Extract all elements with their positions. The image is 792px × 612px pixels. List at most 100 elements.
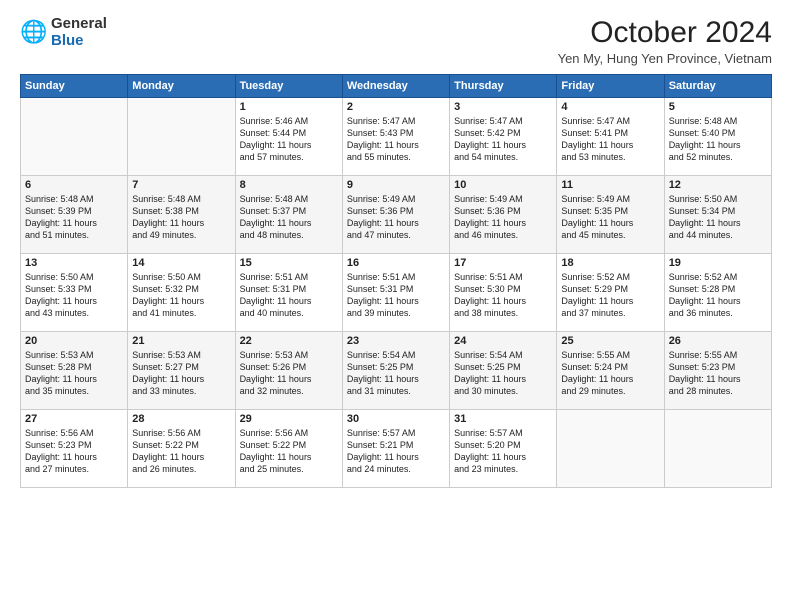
svg-text:🌐: 🌐 bbox=[20, 19, 47, 44]
day-number: 27 bbox=[25, 413, 123, 425]
day-number: 12 bbox=[669, 179, 767, 191]
day-cell: 3 Sunrise: 5:47 AM Sunset: 5:42 PM Daylig… bbox=[450, 98, 557, 176]
day-cell bbox=[21, 98, 128, 176]
day-cell: 8Sunrise: 5:48 AM Sunset: 5:37 PM Daylig… bbox=[235, 176, 342, 254]
day-info: Sunrise: 5:53 AM Sunset: 5:26 PM Dayligh… bbox=[240, 349, 338, 398]
day-number: 2 bbox=[347, 101, 445, 113]
day-number: 26 bbox=[669, 335, 767, 347]
day-cell: 17 Sunrise: 5:51 AM Sunset: 5:30 PM Dayli… bbox=[450, 254, 557, 332]
day-info: Sunrise: 5:55 AM Sunset: 5:24 PM Dayligh… bbox=[561, 349, 659, 398]
day-number: 9 bbox=[347, 179, 445, 191]
day-cell: 24 Sunrise: 5:54 AM Sunset: 5:25 PM Dayli… bbox=[450, 332, 557, 410]
day-info: Sunrise: 5:56 AM Sunset: 5:22 PM Dayligh… bbox=[240, 427, 338, 476]
day-number: 18 bbox=[561, 257, 659, 269]
day-info: Sunrise: 5:56 AM Sunset: 5:22 PM Dayligh… bbox=[132, 427, 230, 476]
day-cell: 22 Sunrise: 5:53 AM Sunset: 5:26 PM Dayli… bbox=[235, 332, 342, 410]
day-cell: 25 Sunrise: 5:55 AM Sunset: 5:24 PM Dayli… bbox=[557, 332, 664, 410]
day-info: Sunrise: 5:48 AM Sunset: 5:39 PM Dayligh… bbox=[25, 193, 123, 242]
day-number: 30 bbox=[347, 413, 445, 425]
day-info: Sunrise: 5:49 AM Sunset: 5:36 PM Dayligh… bbox=[347, 193, 445, 242]
day-cell: 5 Sunrise: 5:48 AM Sunset: 5:40 PM Daylig… bbox=[664, 98, 771, 176]
day-cell: 6 Sunrise: 5:48 AM Sunset: 5:39 PM Daylig… bbox=[21, 176, 128, 254]
day-info: Sunrise: 5:52 AM Sunset: 5:29 PM Dayligh… bbox=[561, 271, 659, 320]
logo-text: General Blue bbox=[51, 16, 107, 49]
week-row-4: 20 Sunrise: 5:53 AM Sunset: 5:28 PM Dayli… bbox=[21, 332, 772, 410]
day-info: Sunrise: 5:53 AM Sunset: 5:28 PM Dayligh… bbox=[25, 349, 123, 398]
week-row-5: 27Sunrise: 5:56 AM Sunset: 5:23 PM Dayli… bbox=[21, 410, 772, 488]
day-number: 23 bbox=[347, 335, 445, 347]
day-number: 6 bbox=[25, 179, 123, 191]
logo-blue: Blue bbox=[51, 33, 107, 50]
day-cell: 15 Sunrise: 5:51 AM Sunset: 5:31 PM Dayli… bbox=[235, 254, 342, 332]
day-cell: 9 Sunrise: 5:49 AM Sunset: 5:36 PM Daylig… bbox=[342, 176, 449, 254]
day-info: Sunrise: 5:47 AM Sunset: 5:42 PM Dayligh… bbox=[454, 115, 552, 164]
day-cell: 27Sunrise: 5:56 AM Sunset: 5:23 PM Dayli… bbox=[21, 410, 128, 488]
col-header-friday: Friday bbox=[557, 75, 664, 98]
day-number: 5 bbox=[669, 101, 767, 113]
day-cell: 26 Sunrise: 5:55 AM Sunset: 5:23 PM Dayli… bbox=[664, 332, 771, 410]
day-cell: 13Sunrise: 5:50 AM Sunset: 5:33 PM Dayli… bbox=[21, 254, 128, 332]
day-info: Sunrise: 5:57 AM Sunset: 5:21 PM Dayligh… bbox=[347, 427, 445, 476]
col-header-sunday: Sunday bbox=[21, 75, 128, 98]
day-info: Sunrise: 5:55 AM Sunset: 5:23 PM Dayligh… bbox=[669, 349, 767, 398]
calendar-table: SundayMondayTuesdayWednesdayThursdayFrid… bbox=[20, 74, 772, 488]
day-cell: 12Sunrise: 5:50 AM Sunset: 5:34 PM Dayli… bbox=[664, 176, 771, 254]
day-info: Sunrise: 5:50 AM Sunset: 5:33 PM Dayligh… bbox=[25, 271, 123, 320]
day-cell: 19Sunrise: 5:52 AM Sunset: 5:28 PM Dayli… bbox=[664, 254, 771, 332]
day-number: 20 bbox=[25, 335, 123, 347]
day-cell: 10Sunrise: 5:49 AM Sunset: 5:36 PM Dayli… bbox=[450, 176, 557, 254]
day-number: 28 bbox=[132, 413, 230, 425]
day-info: Sunrise: 5:46 AM Sunset: 5:44 PM Dayligh… bbox=[240, 115, 338, 164]
day-info: Sunrise: 5:49 AM Sunset: 5:35 PM Dayligh… bbox=[561, 193, 659, 242]
day-cell: 28 Sunrise: 5:56 AM Sunset: 5:22 PM Dayli… bbox=[128, 410, 235, 488]
day-number: 14 bbox=[132, 257, 230, 269]
day-info: Sunrise: 5:48 AM Sunset: 5:40 PM Dayligh… bbox=[669, 115, 767, 164]
logo: 🌐 General Blue bbox=[20, 16, 107, 49]
day-number: 31 bbox=[454, 413, 552, 425]
col-header-saturday: Saturday bbox=[664, 75, 771, 98]
day-number: 1 bbox=[240, 101, 338, 113]
day-cell: 29Sunrise: 5:56 AM Sunset: 5:22 PM Dayli… bbox=[235, 410, 342, 488]
day-cell bbox=[557, 410, 664, 488]
month-title: October 2024 bbox=[558, 16, 772, 49]
day-info: Sunrise: 5:54 AM Sunset: 5:25 PM Dayligh… bbox=[454, 349, 552, 398]
day-cell: 18 Sunrise: 5:52 AM Sunset: 5:29 PM Dayli… bbox=[557, 254, 664, 332]
col-header-thursday: Thursday bbox=[450, 75, 557, 98]
day-info: Sunrise: 5:47 AM Sunset: 5:41 PM Dayligh… bbox=[561, 115, 659, 164]
col-header-tuesday: Tuesday bbox=[235, 75, 342, 98]
day-cell: 30 Sunrise: 5:57 AM Sunset: 5:21 PM Dayli… bbox=[342, 410, 449, 488]
day-number: 24 bbox=[454, 335, 552, 347]
day-info: Sunrise: 5:48 AM Sunset: 5:38 PM Dayligh… bbox=[132, 193, 230, 242]
logo-icon: 🌐 bbox=[20, 19, 48, 47]
day-cell: 11 Sunrise: 5:49 AM Sunset: 5:35 PM Dayli… bbox=[557, 176, 664, 254]
page: 🌐 General Blue October 2024 Yen My, Hung… bbox=[0, 0, 792, 612]
week-row-2: 6 Sunrise: 5:48 AM Sunset: 5:39 PM Daylig… bbox=[21, 176, 772, 254]
col-header-monday: Monday bbox=[128, 75, 235, 98]
day-cell: 4 Sunrise: 5:47 AM Sunset: 5:41 PM Daylig… bbox=[557, 98, 664, 176]
day-cell: 14 Sunrise: 5:50 AM Sunset: 5:32 PM Dayli… bbox=[128, 254, 235, 332]
day-number: 11 bbox=[561, 179, 659, 191]
day-info: Sunrise: 5:49 AM Sunset: 5:36 PM Dayligh… bbox=[454, 193, 552, 242]
day-cell: 21Sunrise: 5:53 AM Sunset: 5:27 PM Dayli… bbox=[128, 332, 235, 410]
day-cell: 20 Sunrise: 5:53 AM Sunset: 5:28 PM Dayli… bbox=[21, 332, 128, 410]
col-header-wednesday: Wednesday bbox=[342, 75, 449, 98]
day-cell: 23Sunrise: 5:54 AM Sunset: 5:25 PM Dayli… bbox=[342, 332, 449, 410]
day-info: Sunrise: 5:51 AM Sunset: 5:30 PM Dayligh… bbox=[454, 271, 552, 320]
day-number: 25 bbox=[561, 335, 659, 347]
day-number: 15 bbox=[240, 257, 338, 269]
day-number: 7 bbox=[132, 179, 230, 191]
day-number: 21 bbox=[132, 335, 230, 347]
header-row: SundayMondayTuesdayWednesdayThursdayFrid… bbox=[21, 75, 772, 98]
location: Yen My, Hung Yen Province, Vietnam bbox=[558, 51, 772, 66]
day-info: Sunrise: 5:50 AM Sunset: 5:32 PM Dayligh… bbox=[132, 271, 230, 320]
day-cell: 31Sunrise: 5:57 AM Sunset: 5:20 PM Dayli… bbox=[450, 410, 557, 488]
day-number: 3 bbox=[454, 101, 552, 113]
day-number: 22 bbox=[240, 335, 338, 347]
day-cell: 1 Sunrise: 5:46 AM Sunset: 5:44 PM Daylig… bbox=[235, 98, 342, 176]
day-cell bbox=[664, 410, 771, 488]
day-info: Sunrise: 5:51 AM Sunset: 5:31 PM Dayligh… bbox=[240, 271, 338, 320]
day-info: Sunrise: 5:47 AM Sunset: 5:43 PM Dayligh… bbox=[347, 115, 445, 164]
header: 🌐 General Blue October 2024 Yen My, Hung… bbox=[20, 16, 772, 66]
day-number: 17 bbox=[454, 257, 552, 269]
day-number: 4 bbox=[561, 101, 659, 113]
